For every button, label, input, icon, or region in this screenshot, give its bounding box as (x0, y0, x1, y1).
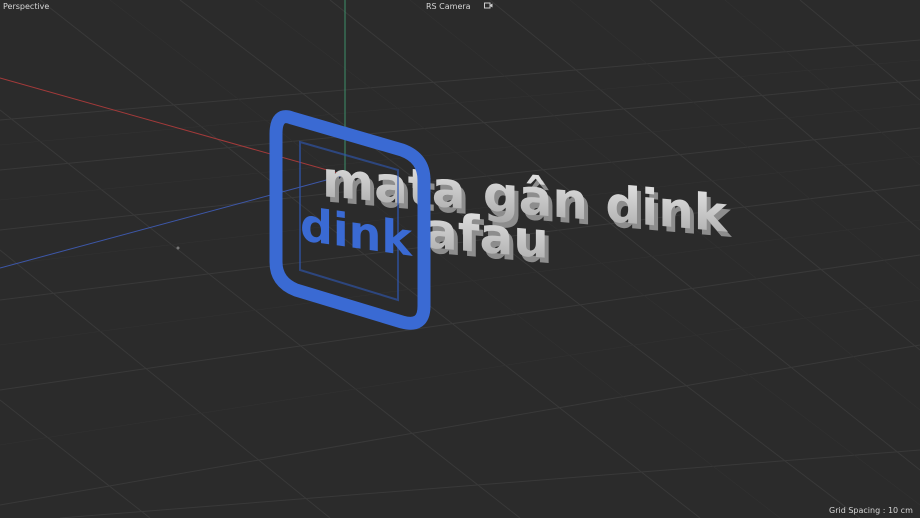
origin-point (176, 246, 180, 250)
logo-object[interactable]: dink (269, 110, 431, 330)
camera-name-label[interactable]: RS Camera (426, 2, 471, 12)
3d-viewport[interactable]: mata gân dink mata gân dink afau afau di… (0, 0, 920, 518)
grid-spacing-label: Grid Spacing : 10 cm (829, 506, 913, 515)
text-3d-line2: afau (424, 201, 549, 270)
view-name-label[interactable]: Perspective (3, 2, 49, 12)
camera-icon[interactable] (484, 2, 493, 9)
z-axis-line (0, 174, 346, 269)
scene-canvas[interactable]: mata gân dink mata gân dink afau afau di… (0, 0, 920, 518)
x-axis-line (0, 77, 346, 176)
